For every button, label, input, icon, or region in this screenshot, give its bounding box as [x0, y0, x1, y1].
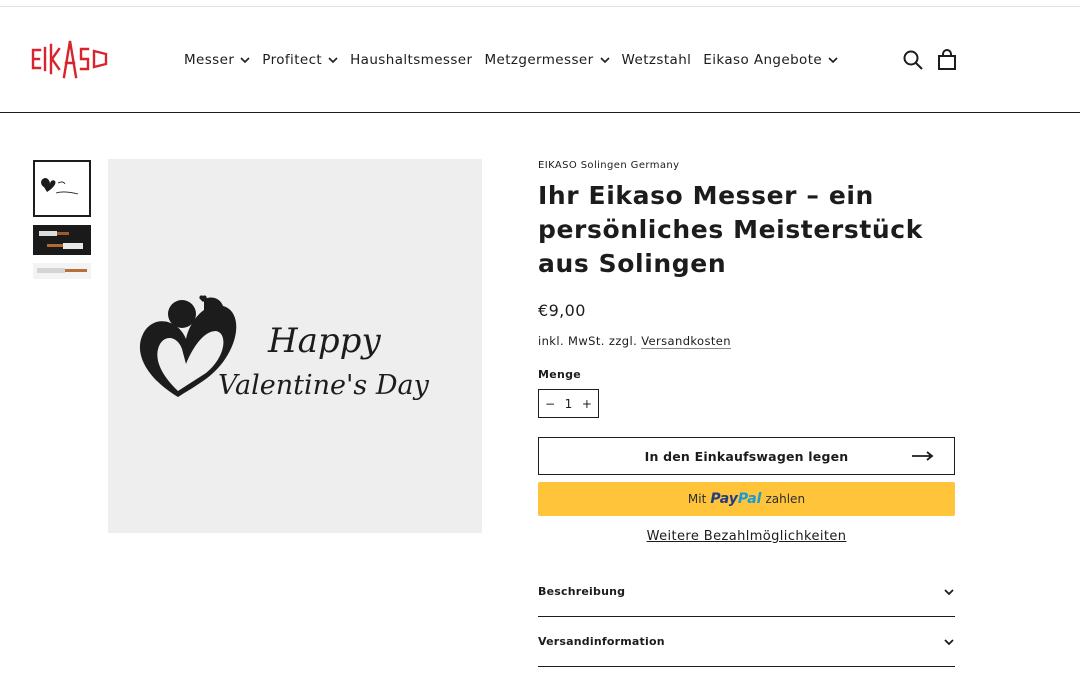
valentines-thumbnail[interactable]	[33, 160, 91, 217]
tax-prefix: inkl. MwSt. zzgl.	[538, 334, 638, 348]
accordion-versandinformation[interactable]: Versandinformation	[538, 617, 955, 667]
increase-quantity-button[interactable]: +	[582, 397, 592, 411]
decrease-quantity-button[interactable]: −	[545, 397, 555, 411]
nav-item-metzgermesser[interactable]: Metzgermesser	[484, 52, 610, 68]
site-header: Messer Profitect Haushaltsmesser Metzger…	[0, 7, 1080, 113]
product-main-image[interactable]: Happy Valentine's Day	[108, 159, 482, 533]
add-to-cart-label: In den Einkaufswagen legen	[644, 448, 849, 464]
main-image-line1: Happy	[267, 321, 381, 361]
nav-label: Eikaso Angebote	[703, 52, 823, 68]
search-icon[interactable]	[902, 49, 924, 71]
quantity-input[interactable]: 1	[565, 397, 573, 411]
eikaso-logo[interactable]	[30, 37, 110, 81]
accordion-label: Beschreibung	[538, 585, 626, 598]
chevron-down-icon	[944, 588, 954, 595]
shipping-costs-link[interactable]: Versandkosten	[641, 334, 731, 349]
product-info: EIKASO Solingen Germany Ihr Eikaso Messe…	[538, 160, 955, 544]
paypal-prefix: Mit	[687, 492, 707, 506]
paypal-button[interactable]: Mit PayPal zahlen	[538, 482, 955, 516]
nav-item-profitect[interactable]: Profitect	[262, 52, 338, 68]
main-nav: Messer Profitect Haushaltsmesser Metzger…	[184, 50, 850, 70]
nav-item-wetzstahl[interactable]: Wetzstahl	[622, 52, 692, 68]
main-image-line2: Valentine's Day	[218, 370, 430, 401]
nav-item-eikaso-angebote[interactable]: Eikaso Angebote	[703, 52, 838, 68]
chevron-down-icon	[828, 57, 838, 64]
paypal-suffix: zahlen	[765, 492, 806, 506]
chevron-down-icon	[328, 57, 338, 64]
cart-icon[interactable]	[936, 49, 958, 71]
accordion-label: Versandinformation	[538, 635, 665, 648]
nav-label: Messer	[184, 52, 235, 68]
product-price: €9,00	[538, 301, 586, 320]
knife-set-thumbnail[interactable]	[33, 225, 91, 255]
tax-note: inkl. MwSt. zzgl. Versandkosten	[538, 334, 955, 349]
knife-thumbnail[interactable]	[33, 263, 91, 279]
thumbnail-list	[33, 160, 91, 287]
more-payment-options-link[interactable]: Weitere Bezahlmöglichkeiten	[538, 529, 955, 544]
nav-label: Profitect	[262, 52, 323, 68]
nav-label: Haushaltsmesser	[350, 52, 473, 68]
chevron-down-icon	[240, 57, 250, 64]
arrow-right-icon	[912, 451, 934, 461]
header-icons	[902, 49, 970, 71]
nav-item-haushaltsmesser[interactable]: Haushaltsmesser	[350, 52, 472, 68]
chevron-down-icon	[599, 57, 610, 64]
quantity-stepper: − 1 +	[538, 389, 599, 418]
product-title: Ihr Eikaso Messer – ein persönliches Mei…	[538, 181, 923, 278]
chevron-down-icon	[944, 638, 954, 645]
add-to-cart-button[interactable]: In den Einkaufswagen legen	[538, 437, 955, 475]
quantity-label: Menge	[538, 368, 582, 381]
nav-item-messer[interactable]: Messer	[184, 52, 250, 68]
product-vendor[interactable]: EIKASO Solingen Germany	[538, 160, 955, 171]
paypal-logo: PayPal	[710, 491, 762, 507]
accordion-beschreibung[interactable]: Beschreibung	[538, 567, 955, 617]
nav-label: Metzgermesser	[484, 52, 594, 68]
nav-label: Wetzstahl	[621, 52, 692, 68]
